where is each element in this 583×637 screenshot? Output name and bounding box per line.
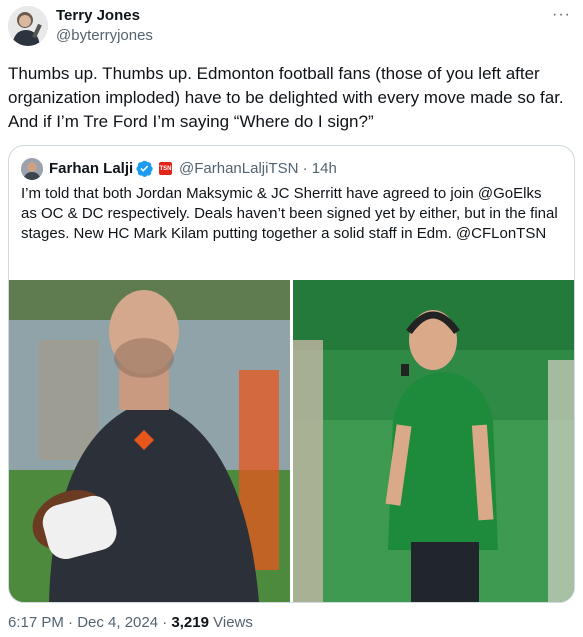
tsn-logo-icon: TSN [159,162,172,175]
verified-badge-icon [136,160,153,177]
more-icon[interactable]: ··· [552,6,571,24]
timestamp[interactable]: 6:17 PM · Dec 4, 2024 · [8,614,171,631]
quote-author-handle[interactable]: @FarhanLaljiTSN · 14h [179,160,337,177]
quoted-tweet[interactable]: Farhan Lalji TSN @FarhanLaljiTSN · 14h I… [8,145,575,603]
author-name[interactable]: Terry Jones [56,7,140,24]
author-avatar[interactable] [8,6,48,46]
quote-text: I’m told that both Jordan Maksymic & JC … [21,185,558,242]
photo-coach-lions[interactable] [9,280,290,602]
quote-author-avatar[interactable] [21,158,43,180]
quote-author-name[interactable]: Farhan Lalji [49,160,133,177]
photo-coach-riders[interactable] [293,280,574,602]
views-count: 3,219 [171,614,209,631]
tweet-meta: 6:17 PM · Dec 4, 2024 · 3,219 Views [8,614,253,631]
author-handle[interactable]: @byterryjones [56,27,153,44]
views-label: Views [208,614,253,631]
tweet-text: Thumbs up. Thumbs up. Edmonton football … [8,64,564,131]
